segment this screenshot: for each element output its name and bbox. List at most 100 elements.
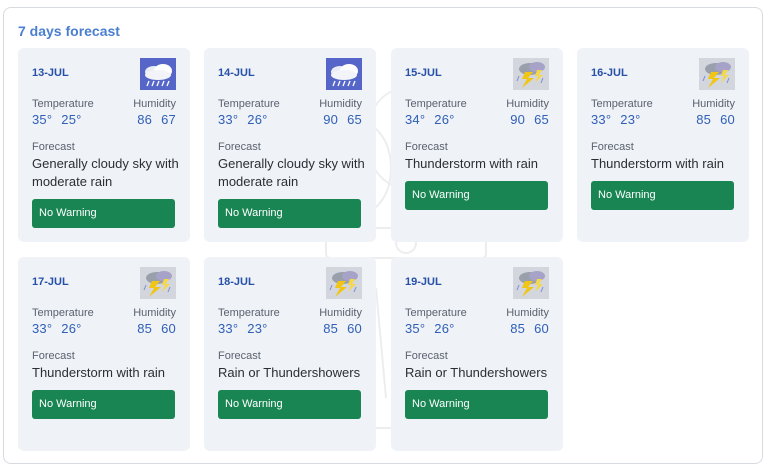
forecast-label: Forecast: [591, 141, 634, 153]
temperature-values: 33° 23°: [218, 321, 268, 336]
temperature-values: 35° 25°: [32, 112, 82, 127]
warning-badge: No Warning: [218, 390, 361, 419]
forecast-label: Forecast: [405, 141, 448, 153]
temperature-label: Temperature: [405, 98, 467, 110]
forecast-text: Generally cloudy sky with moderate rain: [32, 156, 179, 189]
hum-max: 85: [137, 321, 153, 336]
temp-max: 34°: [405, 112, 426, 127]
humidity-values: 90 65: [510, 112, 549, 127]
temperature-label: Temperature: [32, 98, 94, 110]
hum-min: 67: [161, 112, 176, 127]
temp-min: 26°: [61, 321, 82, 336]
humidity-values: 85 60: [323, 321, 362, 336]
warning-badge: No Warning: [591, 181, 734, 210]
temperature-values: 33° 26°: [218, 112, 268, 127]
temp-min: 26°: [434, 321, 455, 336]
forecast-text: Thunderstorm with rain: [405, 156, 538, 171]
moderate-rain-cloud-icon: [140, 58, 176, 90]
temp-max: 33°: [32, 321, 53, 336]
humidity-label: Humidity: [506, 98, 549, 110]
warning-badge: No Warning: [32, 390, 175, 419]
temp-min: 23°: [620, 112, 641, 127]
forecast-card-14-jul: 14-JUL Temperature Humidity 33° 26° 90 65 …: [204, 48, 376, 242]
hum-max: 90: [323, 112, 339, 127]
hum-min: 65: [534, 112, 549, 127]
humidity-values: 90 65: [323, 112, 362, 127]
temp-min: 26°: [247, 112, 268, 127]
hum-min: 60: [347, 321, 362, 336]
forecast-card-18-jul: 18-JUL Temperature Humidity 33° 23° 85 60 …: [204, 257, 376, 451]
forecast-card-15-jul: 15-JUL Temperature Humidity 34° 26° 90 65 …: [391, 48, 563, 242]
humidity-label: Humidity: [319, 98, 362, 110]
warning-badge: No Warning: [32, 199, 175, 228]
warning-badge: No Warning: [405, 390, 548, 419]
temp-min: 25°: [61, 112, 82, 127]
forecast-text: Thunderstorm with rain: [591, 156, 724, 171]
thunderstorm-icon: [699, 58, 735, 90]
temperature-label: Temperature: [591, 98, 653, 110]
hum-min: 65: [347, 112, 362, 127]
humidity-values: 85 60: [137, 321, 176, 336]
hum-min: 60: [720, 112, 735, 127]
forecast-card-13-jul: 13-JUL Temperature Humidity 35° 25° 86 67 …: [18, 48, 190, 242]
hum-max: 85: [323, 321, 339, 336]
temperature-values: 33° 23°: [591, 112, 641, 127]
card-date: 17-JUL: [32, 276, 69, 288]
hum-max: 85: [696, 112, 712, 127]
forecast-text: Generally cloudy sky with moderate rain: [218, 156, 365, 189]
warning-badge: No Warning: [405, 181, 548, 210]
forecast-label: Forecast: [32, 350, 75, 362]
humidity-values: 85 60: [510, 321, 549, 336]
temp-min: 23°: [247, 321, 268, 336]
temperature-label: Temperature: [218, 307, 280, 319]
forecast-text: Rain or Thundershowers: [405, 365, 548, 380]
humidity-label: Humidity: [133, 307, 176, 319]
thunderstorm-icon: [513, 58, 549, 90]
temperature-values: 34° 26°: [405, 112, 455, 127]
humidity-values: 85 60: [696, 112, 735, 127]
temperature-values: 35° 26°: [405, 321, 455, 336]
humidity-label: Humidity: [319, 307, 362, 319]
forecast-card-16-jul: 16-JUL Temperature Humidity 33° 23° 85 60 …: [577, 48, 749, 242]
hum-min: 60: [161, 321, 176, 336]
thunderstorm-icon: [326, 267, 362, 299]
temp-max: 33°: [218, 321, 239, 336]
forecast-label: Forecast: [32, 141, 75, 153]
hum-max: 86: [137, 112, 153, 127]
humidity-label: Humidity: [133, 98, 176, 110]
forecast-panel: 7 days forecast 13-JUL Temperature Humid…: [3, 7, 763, 464]
panel-title: 7 days forecast: [18, 23, 120, 39]
temp-max: 33°: [218, 112, 239, 127]
warning-badge: No Warning: [218, 199, 361, 228]
forecast-card-19-jul: 19-JUL Temperature Humidity 35° 26° 85 60 …: [391, 257, 563, 451]
forecast-label: Forecast: [218, 141, 261, 153]
temp-max: 33°: [591, 112, 612, 127]
temperature-label: Temperature: [218, 98, 280, 110]
card-date: 15-JUL: [405, 67, 442, 79]
hum-max: 90: [510, 112, 526, 127]
card-date: 14-JUL: [218, 67, 255, 79]
forecast-label: Forecast: [218, 350, 261, 362]
forecast-text: Thunderstorm with rain: [32, 365, 165, 380]
forecast-label: Forecast: [405, 350, 448, 362]
temp-max: 35°: [32, 112, 53, 127]
temp-min: 26°: [434, 112, 455, 127]
thunderstorm-icon: [140, 267, 176, 299]
card-date: 13-JUL: [32, 67, 69, 79]
forecast-text: Rain or Thundershowers: [218, 365, 361, 380]
hum-min: 60: [534, 321, 549, 336]
moderate-rain-cloud-icon: [326, 58, 362, 90]
temperature-values: 33° 26°: [32, 321, 82, 336]
hum-max: 85: [510, 321, 526, 336]
humidity-label: Humidity: [506, 307, 549, 319]
thunderstorm-icon: [513, 267, 549, 299]
card-date: 16-JUL: [591, 67, 628, 79]
temperature-label: Temperature: [405, 307, 467, 319]
card-date: 18-JUL: [218, 276, 255, 288]
forecast-card-17-jul: 17-JUL Temperature Humidity 33° 26° 85 60 …: [18, 257, 190, 451]
temp-max: 35°: [405, 321, 426, 336]
humidity-values: 86 67: [137, 112, 176, 127]
card-date: 19-JUL: [405, 276, 442, 288]
temperature-label: Temperature: [32, 307, 94, 319]
humidity-label: Humidity: [692, 98, 735, 110]
